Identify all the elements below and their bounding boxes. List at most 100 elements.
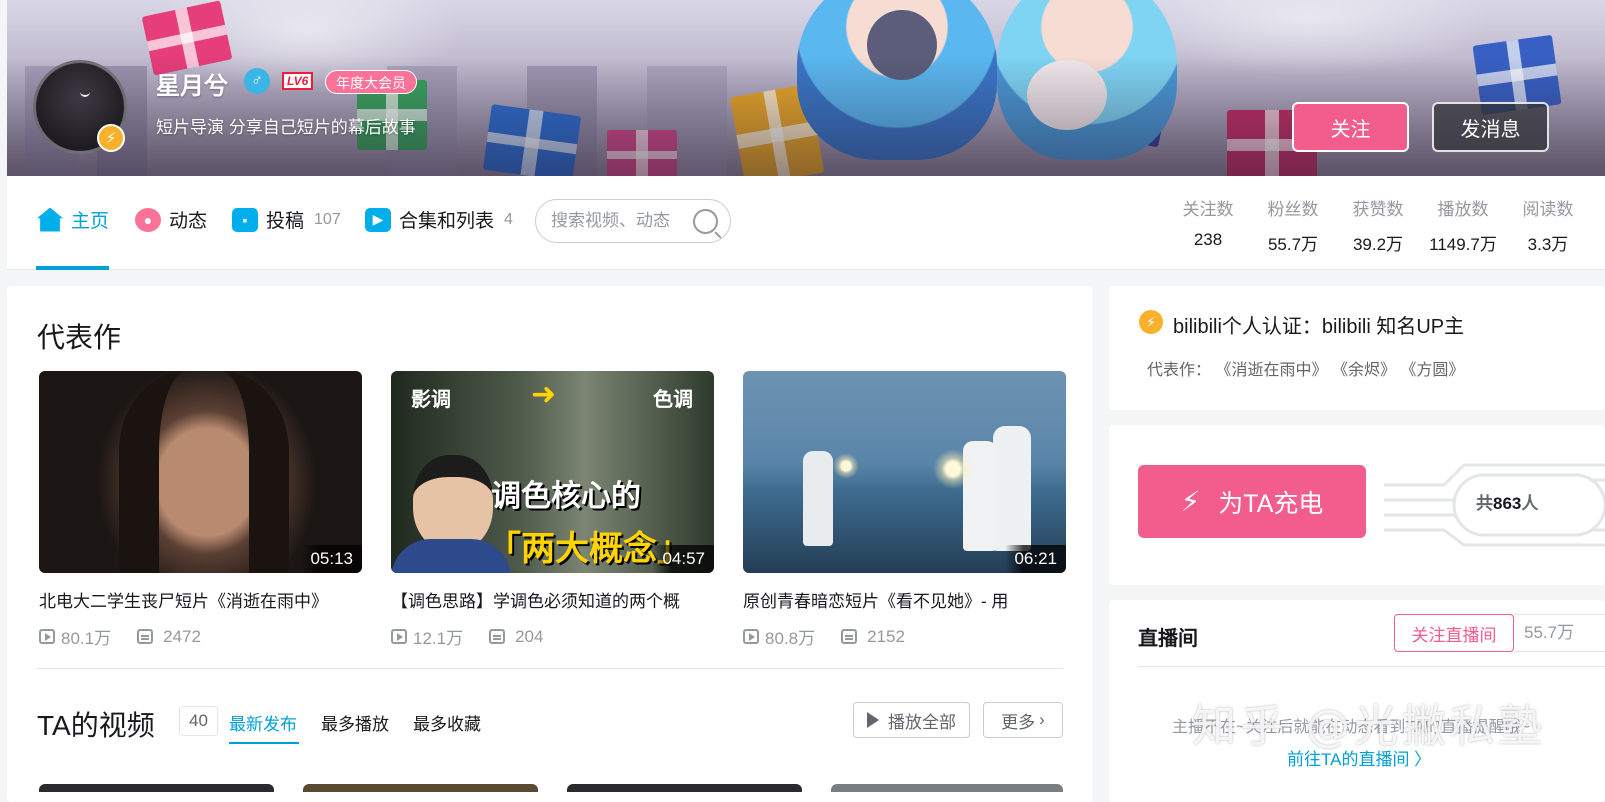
video-title[interactable]: 【调色思路】学调色必须知道的两个概 xyxy=(391,587,714,612)
search-input[interactable] xyxy=(551,211,681,231)
stat-label: 获赞数 xyxy=(1352,200,1404,219)
video-title[interactable]: 北电大二学生丧尸短片《消逝在雨中》 xyxy=(39,587,362,612)
masterpiece-title: 代表作 xyxy=(37,322,122,353)
play-count: 80.1万 xyxy=(61,629,112,648)
stat-value: 39.2万 xyxy=(1352,235,1404,254)
charge-button[interactable]: ⚡ 为TA充电 xyxy=(1138,465,1366,538)
search-icon[interactable] xyxy=(693,209,718,234)
vip-badge[interactable]: 年度大会员 xyxy=(325,70,417,94)
thumb-text: 影调 xyxy=(411,389,451,411)
live-title: 直播间 xyxy=(1138,628,1198,650)
lightning-icon: ⚡ xyxy=(97,124,125,152)
play-count-icon xyxy=(39,629,55,644)
certification-panel: ⚡ bilibili个人认证：bilibili 知名UP主 代表作： 《消逝在雨… xyxy=(1109,286,1605,410)
sparkler-light xyxy=(933,449,973,489)
section-divider xyxy=(37,668,1063,669)
main-panel: 代表作 05:13 北电大二学生丧尸短片《消逝在雨中》 80.1万 2472 影… xyxy=(7,286,1093,802)
username: 星月兮 xyxy=(156,73,228,100)
stat-reads: 阅读数 3.3万 xyxy=(1508,195,1588,255)
video-thumbnail[interactable]: 影调 ➜ 色调 调色核心的 「两大概念」 04:57 xyxy=(391,371,714,573)
danmaku-count: 2472 xyxy=(163,626,201,646)
video-thumbnail-peek[interactable] xyxy=(567,784,802,792)
video-meta: 80.1万 2472 xyxy=(39,624,362,649)
danmaku-count: 204 xyxy=(515,626,544,646)
video-card[interactable]: 06:21 原创青春暗恋短片《看不见她》- 用 80.8万 2152 xyxy=(743,371,1066,649)
charge-prefix: 共 xyxy=(1476,494,1493,513)
thumb-text: 色调 xyxy=(653,389,693,411)
rep-work[interactable]: 《余烬》 xyxy=(1332,362,1396,379)
stat-label: 粉丝数 xyxy=(1267,200,1319,219)
play-count: 80.8万 xyxy=(765,629,816,648)
stat-likes: 获赞数 39.2万 xyxy=(1338,195,1418,255)
stat-label: 关注数 xyxy=(1182,200,1234,219)
more-button[interactable]: 更多 › xyxy=(983,702,1063,738)
more-label: 更多 xyxy=(1001,712,1036,732)
level-badge: LV6 xyxy=(282,72,314,90)
video-duration: 06:21 xyxy=(1005,545,1066,573)
message-button[interactable]: 发消息 xyxy=(1432,102,1549,152)
video-thumbnail[interactable]: 05:13 xyxy=(39,371,362,573)
thumb-text: 调色核心的 xyxy=(491,480,641,513)
follow-live-button[interactable]: 关注直播间 xyxy=(1394,614,1514,652)
tab-uploads[interactable]: ▪ 投稿 107 xyxy=(232,206,341,233)
user-sign: 短片导演 分享自己短片的幕后故事 xyxy=(156,118,416,137)
profile-nav: 主页 ● 动态 ▪ 投稿 107 ▶ 合集和列表 4 关注数 238 粉丝数 5… xyxy=(7,176,1605,270)
video-thumbnail-peek[interactable] xyxy=(303,784,538,792)
stat-value: 55.7万 xyxy=(1267,235,1319,254)
charge-suffix: 人 xyxy=(1521,494,1539,513)
follow-button[interactable]: 关注 xyxy=(1292,102,1409,152)
video-thumbnail[interactable]: 06:21 xyxy=(743,371,1066,573)
stat-value: 3.3万 xyxy=(1527,235,1569,254)
dynamic-icon: ● xyxy=(135,207,161,232)
arrow-icon: ➜ xyxy=(531,378,557,411)
rep-prefix: 代表作： xyxy=(1147,362,1212,379)
video-card[interactable]: 影调 ➜ 色调 调色核心的 「两大概念」 04:57 【调色思路】学调色必须知道… xyxy=(391,371,714,649)
tv-icon: ▪ xyxy=(232,207,258,232)
chevron-right-icon: › xyxy=(1039,710,1045,729)
stat-value: 1149.7万 xyxy=(1429,235,1497,254)
video-title[interactable]: 原创青春暗恋短片《看不见她》- 用 xyxy=(743,587,1066,612)
video-thumbnail-peek[interactable] xyxy=(831,784,1063,792)
rep-work[interactable]: 《消逝在雨中》 xyxy=(1215,362,1327,379)
tab-home[interactable]: 主页 xyxy=(37,206,109,233)
sort-latest[interactable]: 最新发布 xyxy=(229,710,297,735)
video-card[interactable]: 05:13 北电大二学生丧尸短片《消逝在雨中》 80.1万 2472 xyxy=(39,371,362,649)
play-all-button[interactable]: 播放全部 xyxy=(853,702,970,738)
tab-label: 合集和列表 xyxy=(399,211,495,232)
live-fans-count: 55.7万 xyxy=(1514,614,1605,652)
play-icon xyxy=(867,712,879,728)
tab-collections[interactable]: ▶ 合集和列表 4 xyxy=(365,206,513,233)
charge-label: 为TA充电 xyxy=(1218,489,1324,518)
video-thumbnail-peek[interactable] xyxy=(39,784,274,792)
video-meta: 12.1万 204 xyxy=(391,624,714,649)
video-meta: 80.8万 2152 xyxy=(743,624,1066,649)
lightning-icon: ⚡ xyxy=(1139,310,1163,334)
stat-following[interactable]: 关注数 238 xyxy=(1168,195,1248,250)
danmaku-icon xyxy=(841,629,858,644)
tab-dynamic[interactable]: ● 动态 xyxy=(135,206,207,233)
hair-shape xyxy=(119,371,289,573)
stat-label: 阅读数 xyxy=(1522,200,1574,219)
tab-label: 投稿 xyxy=(266,211,305,232)
charge-panel: ⚡ 为TA充电 共863人 xyxy=(1109,425,1605,585)
sort-most-favorited[interactable]: 最多收藏 xyxy=(413,710,481,735)
ta-videos-count: 40 xyxy=(179,706,218,736)
video-duration: 04:57 xyxy=(653,545,714,573)
home-icon xyxy=(37,207,63,232)
stat-label: 播放数 xyxy=(1437,200,1489,219)
sort-most-played[interactable]: 最多播放 xyxy=(321,710,389,735)
play-count: 12.1万 xyxy=(413,629,464,648)
rep-work[interactable]: 《方圆》 xyxy=(1400,362,1464,379)
danmaku-icon xyxy=(137,629,154,644)
stat-fans[interactable]: 粉丝数 55.7万 xyxy=(1253,195,1333,255)
person-figure xyxy=(803,451,833,546)
danmaku-icon xyxy=(489,629,506,644)
watermark: 知乎 @光撇私塾 xyxy=(1192,701,1546,752)
play-count-icon xyxy=(391,629,407,644)
sort-indicator xyxy=(229,742,299,744)
video-duration: 05:13 xyxy=(301,545,362,573)
ta-videos-title: TA的视频 xyxy=(37,710,155,741)
sparkler-light xyxy=(833,453,859,479)
search-box[interactable] xyxy=(535,199,731,243)
stat-value: 238 xyxy=(1193,230,1223,249)
